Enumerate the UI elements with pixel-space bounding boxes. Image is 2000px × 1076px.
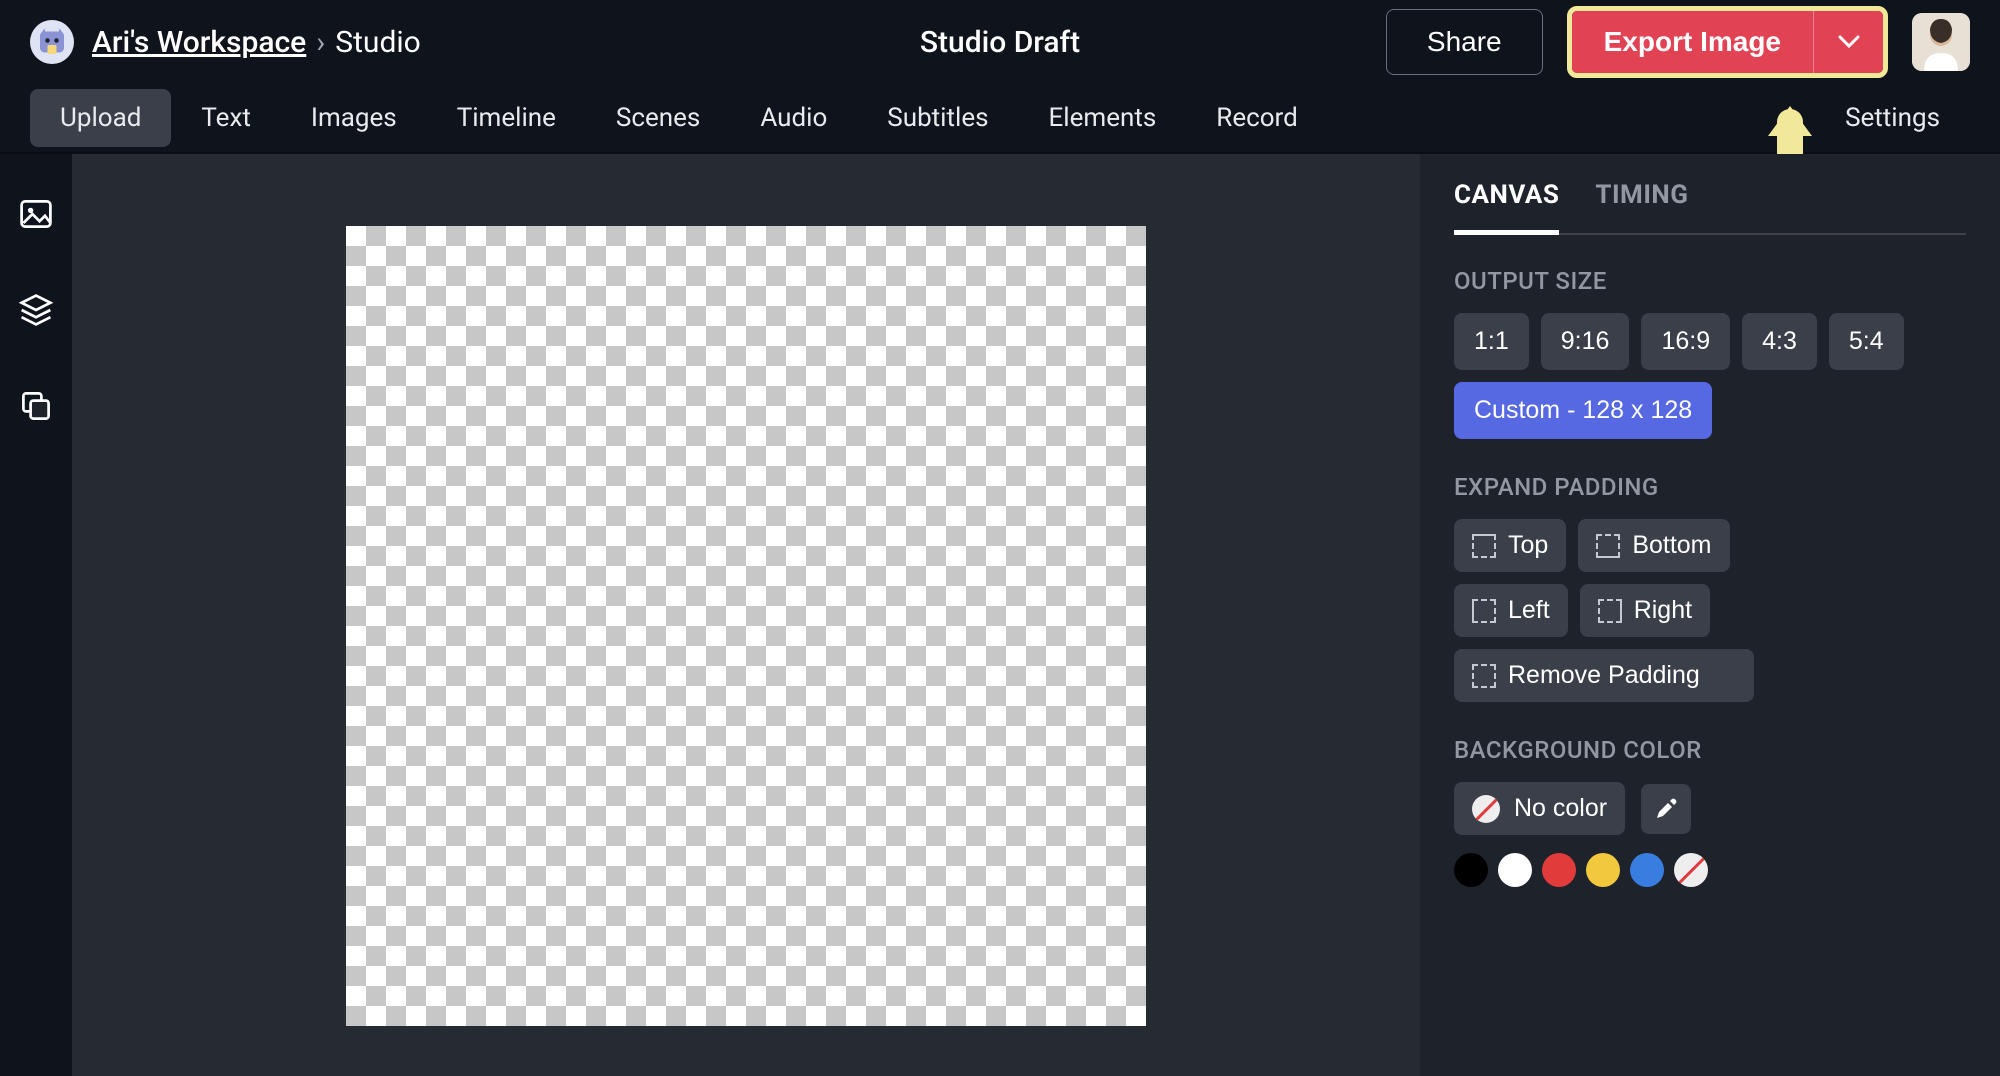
swatch-red[interactable]	[1542, 853, 1576, 887]
menu-text[interactable]: Text	[171, 89, 280, 147]
background-color-heading: BACKGROUND COLOR	[1454, 736, 1966, 764]
swatch-none[interactable]	[1674, 853, 1708, 887]
ratio-custom[interactable]: Custom - 128 x 128	[1454, 382, 1712, 439]
pad-left-icon	[1472, 599, 1496, 623]
breadcrumb: Ari's Workspace › Studio	[92, 25, 421, 60]
app-header: Ari's Workspace › Studio Studio Draft Sh…	[0, 0, 2000, 84]
color-controls: No color	[1454, 782, 1966, 835]
swatch-yellow[interactable]	[1586, 853, 1620, 887]
pad-top-label: Top	[1508, 531, 1548, 560]
canvas[interactable]	[346, 226, 1146, 1026]
pad-left-button[interactable]: Left	[1454, 584, 1568, 637]
eyedropper-button[interactable]	[1641, 784, 1691, 834]
ratio-5-4[interactable]: 5:4	[1829, 313, 1904, 370]
workspace-avatar[interactable]	[30, 20, 74, 64]
user-avatar[interactable]	[1912, 13, 1970, 71]
project-title[interactable]: Studio Draft	[920, 25, 1080, 60]
panel-tabs: CANVAS TIMING	[1454, 180, 1966, 235]
pad-right-icon	[1598, 599, 1622, 623]
remove-padding-button[interactable]: Remove Padding	[1454, 649, 1754, 702]
menu-record[interactable]: Record	[1186, 89, 1327, 147]
menu-subtitles[interactable]: Subtitles	[857, 89, 1018, 147]
aspect-ratio-row: 1:1 9:16 16:9 4:3 5:4 Custom - 128 x 128	[1454, 313, 1966, 439]
menu-scenes[interactable]: Scenes	[586, 89, 730, 147]
no-color-button[interactable]: No color	[1454, 782, 1625, 835]
tab-canvas[interactable]: CANVAS	[1454, 180, 1559, 235]
remove-padding-label: Remove Padding	[1508, 661, 1700, 690]
menu-elements[interactable]: Elements	[1019, 89, 1187, 147]
sidebar-copy-icon[interactable]	[16, 386, 56, 426]
export-button-group: Export Image	[1567, 6, 1888, 78]
menu-timeline[interactable]: Timeline	[427, 89, 586, 147]
ratio-16-9[interactable]: 16:9	[1641, 313, 1730, 370]
color-swatches	[1454, 853, 1966, 887]
main-menubar: Upload Text Images Timeline Scenes Audio…	[0, 84, 2000, 154]
padding-controls: Top Bottom Left Right Remove Padding	[1454, 519, 1834, 702]
menu-audio[interactable]: Audio	[730, 89, 857, 147]
export-image-button[interactable]: Export Image	[1572, 11, 1813, 73]
ratio-4-3[interactable]: 4:3	[1742, 313, 1817, 370]
eyedropper-icon	[1654, 797, 1678, 821]
workspace-link[interactable]: Ari's Workspace	[92, 25, 306, 60]
pad-right-button[interactable]: Right	[1580, 584, 1710, 637]
remove-padding-icon	[1472, 664, 1496, 688]
pad-left-label: Left	[1508, 596, 1550, 625]
swatch-black[interactable]	[1454, 853, 1488, 887]
menu-upload[interactable]: Upload	[30, 89, 171, 147]
breadcrumb-location: Studio	[335, 25, 421, 60]
tab-timing[interactable]: TIMING	[1595, 180, 1688, 233]
swatch-white[interactable]	[1498, 853, 1532, 887]
properties-panel: CANVAS TIMING OUTPUT SIZE 1:1 9:16 16:9 …	[1420, 154, 2000, 1076]
sidebar-layers-icon[interactable]	[16, 290, 56, 330]
ratio-9-16[interactable]: 9:16	[1541, 313, 1630, 370]
menu-images[interactable]: Images	[281, 89, 427, 147]
canvas-viewport[interactable]	[72, 154, 1420, 1076]
swatch-blue[interactable]	[1630, 853, 1664, 887]
workspace: CANVAS TIMING OUTPUT SIZE 1:1 9:16 16:9 …	[0, 154, 2000, 1076]
pad-top-icon	[1472, 534, 1496, 558]
export-dropdown-button[interactable]	[1813, 11, 1883, 73]
chevron-down-icon	[1838, 35, 1860, 49]
pad-bottom-button[interactable]: Bottom	[1578, 519, 1729, 572]
share-button[interactable]: Share	[1386, 9, 1543, 75]
output-size-heading: OUTPUT SIZE	[1454, 267, 1966, 295]
tool-sidebar	[0, 154, 72, 1076]
sidebar-image-icon[interactable]	[16, 194, 56, 234]
pad-right-label: Right	[1634, 596, 1692, 625]
pad-bottom-icon	[1596, 534, 1620, 558]
expand-padding-heading: EXPAND PADDING	[1454, 473, 1966, 501]
no-color-swatch-icon	[1472, 795, 1500, 823]
ratio-1-1[interactable]: 1:1	[1454, 313, 1529, 370]
pad-bottom-label: Bottom	[1632, 531, 1711, 560]
no-color-label: No color	[1514, 794, 1607, 823]
breadcrumb-separator: ›	[316, 25, 325, 60]
menu-settings[interactable]: Settings	[1815, 89, 1970, 147]
pad-top-button[interactable]: Top	[1454, 519, 1566, 572]
